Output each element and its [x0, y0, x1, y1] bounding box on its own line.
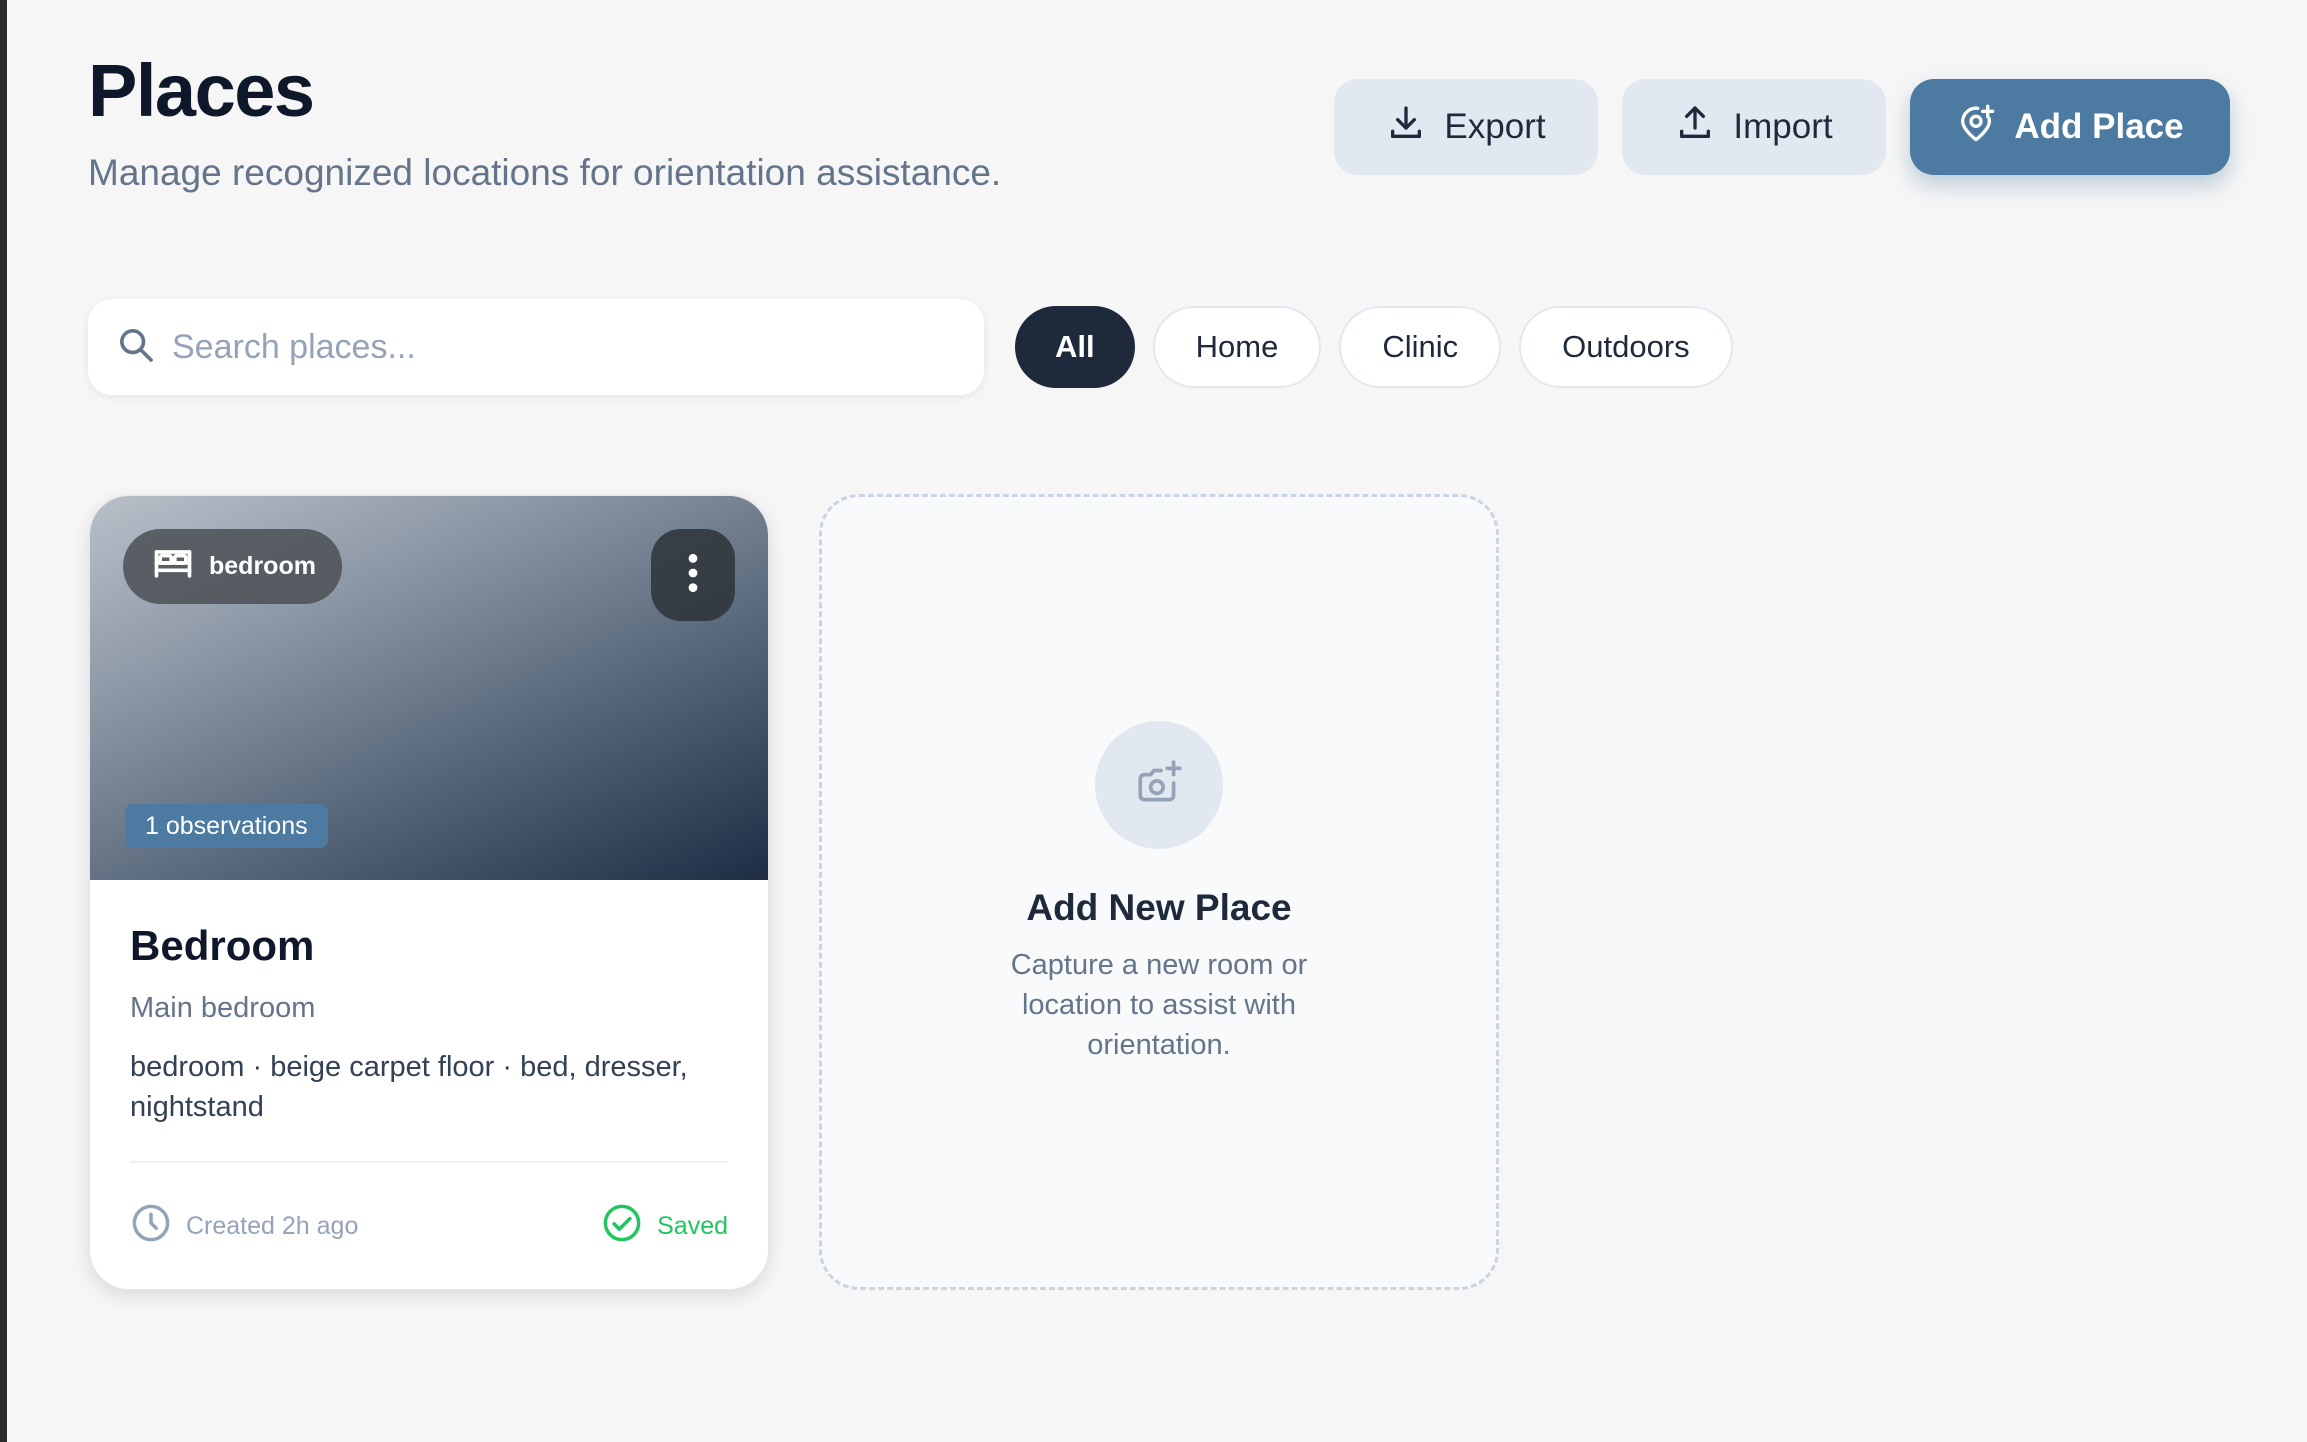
place-type-badge: bedroom: [123, 529, 342, 604]
more-vertical-icon: [687, 551, 699, 600]
search-input[interactable]: [172, 327, 932, 367]
add-new-place-title: Add New Place: [1026, 887, 1292, 928]
place-card[interactable]: bedroom 1 observations Bedroom Main bedr…: [89, 495, 769, 1290]
created-label: Created 2h ago: [186, 1212, 359, 1240]
page-subtitle: Manage recognized locations for orientat…: [88, 152, 1002, 193]
import-button[interactable]: Import: [1622, 79, 1886, 175]
window-edge: [0, 0, 7, 1442]
add-photo-icon-circle: [1095, 721, 1223, 849]
export-label: Export: [1444, 107, 1546, 146]
more-options-button[interactable]: [651, 529, 735, 621]
place-card-footer: Created 2h ago Saved: [130, 1202, 728, 1251]
saved-label: Saved: [657, 1212, 728, 1240]
add-place-label: Add Place: [2014, 107, 2184, 146]
search-icon: [116, 325, 156, 370]
check-circle-icon: [601, 1202, 643, 1251]
import-label: Import: [1733, 107, 1833, 146]
clock-icon: [130, 1202, 172, 1251]
saved-status: Saved: [601, 1202, 728, 1251]
filter-chip-home[interactable]: Home: [1152, 306, 1322, 388]
created-info: Created 2h ago: [130, 1202, 358, 1251]
filter-chips: All Home Clinic Outdoors: [1015, 306, 1733, 388]
place-description: Main bedroom: [130, 992, 316, 1024]
filter-chip-all[interactable]: All: [1015, 306, 1135, 388]
observations-badge: 1 observations: [125, 804, 328, 848]
place-card-body: Bedroom Main bedroom bedroom · beige car…: [90, 880, 768, 1127]
add-new-place-card[interactable]: Add New Place Capture a new room or loca…: [819, 494, 1499, 1290]
card-divider: [130, 1161, 728, 1163]
export-button[interactable]: Export: [1334, 79, 1598, 175]
add-new-place-description: Capture a new room or location to assist…: [1010, 949, 1308, 1061]
place-type-label: bedroom: [209, 552, 316, 580]
filter-chip-outdoors[interactable]: Outdoors: [1519, 306, 1733, 388]
place-image: bedroom 1 observations: [90, 496, 768, 880]
filter-chip-clinic[interactable]: Clinic: [1339, 306, 1502, 388]
place-features: bedroom · beige carpet floor · bed, dres…: [130, 1051, 688, 1123]
download-icon: [1386, 103, 1426, 152]
header-actions: Export Import Add Place: [1334, 79, 2230, 175]
camera-plus-icon: [1134, 758, 1184, 813]
map-pin-plus-icon: [1956, 103, 1996, 152]
page-title: Places: [88, 49, 315, 132]
search-box: [88, 299, 984, 395]
bed-icon: [151, 541, 195, 592]
add-place-button[interactable]: Add Place: [1910, 79, 2230, 175]
place-name: Bedroom: [130, 922, 315, 969]
upload-icon: [1675, 103, 1715, 152]
